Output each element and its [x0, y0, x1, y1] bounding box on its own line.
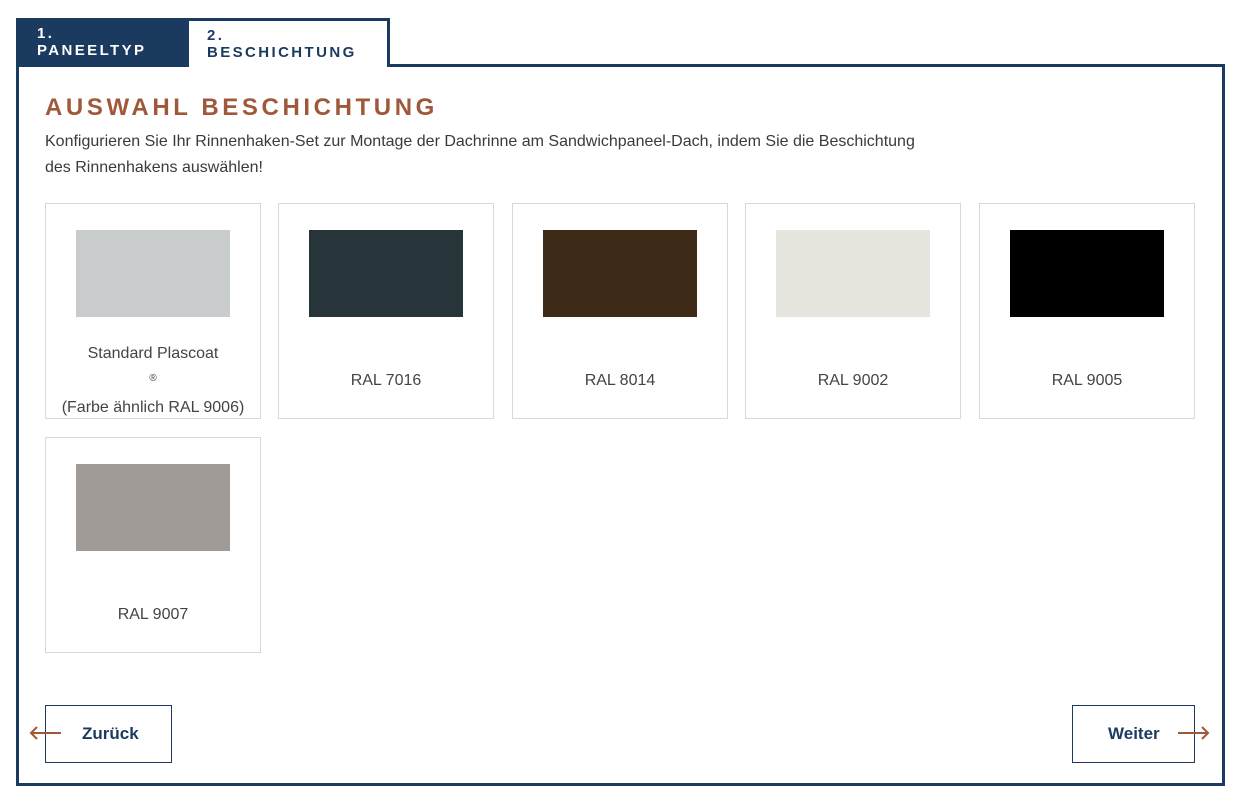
coating-label: RAL 7016 — [350, 372, 422, 389]
back-button[interactable]: Zurück — [45, 705, 172, 763]
coating-option-standard-plascoat[interactable]: Standard Plascoat ® (Farbe ähnlich RAL 90… — [45, 203, 261, 419]
section-description: Konfigurieren Sie Ihr Rinnenhaken-Set zu… — [45, 129, 945, 181]
coating-option-ral-9005[interactable]: RAL 9005 — [979, 203, 1195, 419]
color-swatch — [1010, 230, 1164, 317]
arrow-left-icon — [29, 726, 61, 740]
coating-option-ral-8014[interactable]: RAL 8014 — [512, 203, 728, 419]
tab-beschichtung[interactable]: 2. BESCHICHTUNG — [186, 18, 390, 67]
color-swatch — [76, 230, 230, 317]
coating-label-line-1: Standard Plascoat — [87, 345, 219, 362]
color-swatch — [543, 230, 697, 317]
description-line-2: des Rinnenhakens auswählen! — [45, 159, 263, 176]
description-line-1: Konfigurieren Sie Ihr Rinnenhaken-Set zu… — [45, 133, 915, 150]
coating-label-line-2: (Farbe ähnlich RAL 9006) — [61, 399, 245, 416]
registered-mark: ® — [149, 373, 157, 384]
next-button-label: Weiter — [1108, 724, 1160, 743]
color-swatch — [309, 230, 463, 317]
back-button-label: Zurück — [82, 724, 139, 743]
coating-option-ral-7016[interactable]: RAL 7016 — [278, 203, 494, 419]
color-swatch — [76, 464, 230, 551]
coating-option-ral-9007[interactable]: RAL 9007 — [45, 437, 261, 653]
arrow-right-icon — [1178, 726, 1210, 740]
tab-paneeltyp[interactable]: 1. PANEELTYP — [16, 18, 186, 66]
coating-label: Standard Plascoat ® (Farbe ähnlich RAL 90… — [46, 340, 260, 421]
coating-label: RAL 8014 — [584, 372, 656, 389]
coating-option-ral-9002[interactable]: RAL 9002 — [745, 203, 961, 419]
coating-label: RAL 9005 — [1051, 372, 1123, 389]
step-tabs: 1. PANEELTYP 2. BESCHICHTUNG — [16, 18, 390, 67]
coating-label: RAL 9002 — [817, 372, 889, 389]
coating-label: RAL 9007 — [117, 606, 189, 623]
color-swatch — [776, 230, 930, 317]
section-title: AUSWAHL BESCHICHTUNG — [45, 94, 438, 121]
